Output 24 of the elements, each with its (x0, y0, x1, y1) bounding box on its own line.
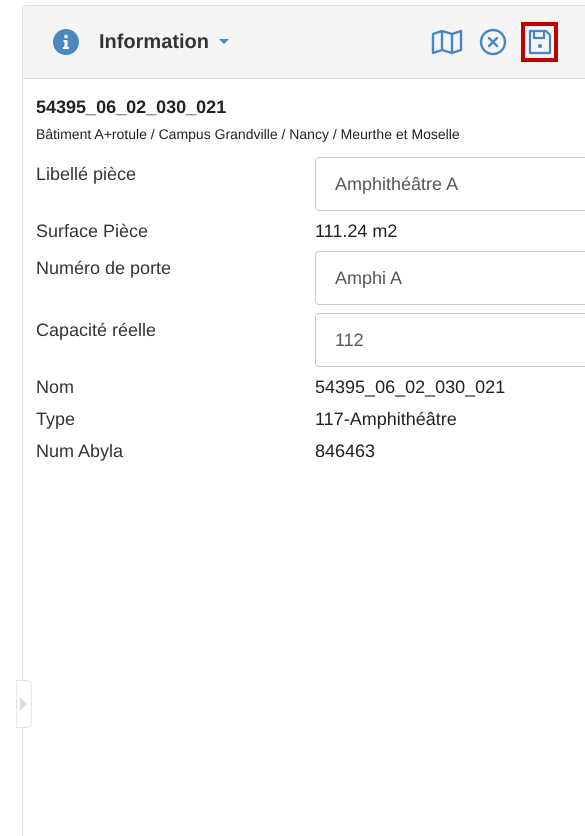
field-value: 111.24 m2 (315, 220, 398, 243)
text-input-field[interactable]: 112 (315, 313, 585, 367)
field-label: Numéro de porte (36, 257, 172, 280)
field-label: Type (36, 408, 76, 431)
record-location-path: Bâtiment A+rotule / Campus Grandville / Nancy / Meurthe et Moselle (36, 125, 461, 143)
caret-icon (219, 39, 229, 45)
field-label: Capacité réelle (36, 319, 158, 342)
field-value: 846463 (315, 440, 376, 463)
field-value: 54395_06_02_030_021 (315, 376, 506, 399)
field-value: 117-Amphithéâtre (315, 408, 457, 431)
record-code: 54395_06_02_030_021 (36, 96, 228, 119)
field-label: Num Abyla (36, 440, 124, 463)
close-icon (479, 28, 507, 56)
save-button[interactable] (521, 22, 558, 62)
field-label: Libellé pièce (36, 163, 138, 186)
text-input-field[interactable]: Amphi A (315, 251, 585, 305)
field-label: Nom (36, 376, 76, 399)
text-input-field[interactable]: Amphithéâtre A (315, 157, 585, 211)
map-icon (431, 29, 463, 55)
field-label: Surface Pièce (36, 220, 150, 243)
triangle-right-icon (20, 697, 27, 711)
panel-title-dropdown[interactable]: Information (99, 27, 229, 57)
collapse-handle[interactable] (16, 680, 32, 728)
info-icon (53, 29, 79, 55)
